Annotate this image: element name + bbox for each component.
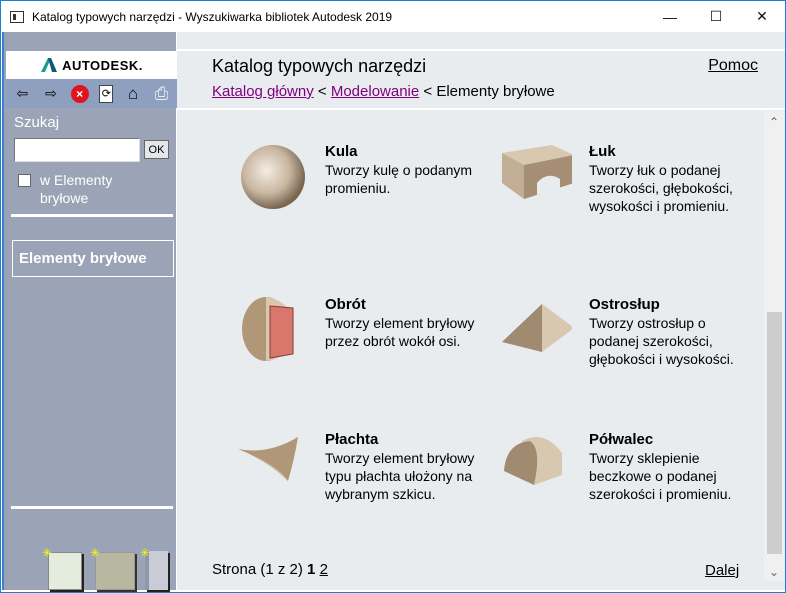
back-arrow-icon[interactable]: ⇦ (13, 85, 31, 103)
scope-label: w Elementy bryłowe (40, 172, 113, 206)
logo-text: AUTODESK. (62, 57, 143, 73)
breadcrumb: Katalog główny < Modelowanie < Elementy … (212, 83, 555, 100)
help-link[interactable]: Pomoc (708, 57, 758, 75)
page-info: Strona (1 z 2) (212, 561, 303, 578)
tool-name: Łuk (589, 143, 616, 160)
divider (177, 49, 785, 51)
breadcrumb-current: Elementy bryłowe (436, 83, 555, 100)
tool-name: Ostrosłup (589, 296, 660, 313)
window: Katalog typowych narzędzi - Wyszukiwarka… (0, 0, 786, 593)
breadcrumb-modelowanie-link[interactable]: Modelowanie (331, 83, 419, 100)
tool-name: Kula (325, 143, 358, 160)
main-content: Katalog typowych narzędzi Pomoc Katalog … (177, 32, 785, 590)
nav-toolbar: ⇦ ⇨ × ⟳ ⌂ ⎙ (6, 79, 178, 108)
tool-description: Tworzy łuk o podanej szerokości, głęboko… (589, 162, 733, 214)
next-page-link[interactable]: Dalej (705, 562, 739, 579)
home-icon[interactable]: ⌂ (124, 84, 142, 103)
tool-name: Półwalec (589, 431, 654, 448)
scope-checkbox[interactable] (18, 174, 31, 187)
autodesk-logo: AUTODESK. (6, 51, 178, 79)
page-2-link[interactable]: 2 (320, 561, 328, 578)
forward-arrow-icon[interactable]: ⇨ (42, 85, 60, 103)
tool-name: Płachta (325, 431, 379, 448)
sparkle-icon: ✳ (140, 546, 151, 560)
new-palette-tile[interactable] (48, 552, 82, 590)
search-ok-button[interactable]: OK (144, 140, 169, 159)
close-button[interactable]: ✕ (739, 1, 785, 32)
page-title: Katalog typowych narzędzi (212, 56, 427, 76)
vertical-scrollbar[interactable]: ⌃ ⌄ (764, 111, 784, 581)
tool-description: Tworzy element bryłowy przez obrót wokół… (325, 315, 475, 349)
current-category[interactable]: Elementy bryłowe (12, 240, 174, 277)
breadcrumb-separator: < (423, 83, 433, 100)
palette-tile[interactable] (95, 552, 135, 590)
tool-description: Tworzy kulę o podanym promieniu. (325, 162, 473, 196)
stop-icon[interactable]: × (70, 84, 89, 103)
scroll-up-icon[interactable]: ⌃ (764, 113, 784, 131)
breadcrumb-separator: < (317, 83, 327, 100)
maximize-button[interactable]: ☐ (693, 1, 739, 32)
current-page: 1 (307, 561, 316, 578)
search-input[interactable] (14, 138, 140, 162)
search-label: Szukaj (14, 114, 60, 131)
tool-description: Tworzy sklepienie beczkowe o podanej sze… (589, 450, 732, 502)
divider (177, 108, 785, 110)
sidebar: AUTODESK. ⇦ ⇨ × ⟳ ⌂ ⎙ Szukaj OK w Elemen… (2, 32, 178, 590)
sparkle-icon: ✳ (42, 546, 53, 560)
title-bar: Katalog typowych narzędzi - Wyszukiwarka… (1, 1, 785, 32)
tool-name: Obrót (325, 296, 366, 313)
scroll-down-icon[interactable]: ⌄ (764, 563, 784, 581)
window-title: Katalog typowych narzędzi - Wyszukiwarka… (32, 9, 393, 24)
pyramid-icon (502, 304, 572, 352)
arch-icon (502, 145, 572, 199)
divider (11, 214, 173, 217)
sphere-icon (241, 145, 305, 209)
half-cylinder-icon (504, 437, 562, 485)
scrollbar-thumb[interactable] (767, 312, 782, 554)
pagination: Strona (1 z 2) 1 2 (212, 561, 328, 578)
sheet-icon (238, 437, 298, 481)
tool-description: Tworzy ostrosłup o podanej szerokości, g… (589, 315, 734, 367)
refresh-icon[interactable]: ⟳ (99, 84, 114, 103)
print-icon[interactable]: ⎙ (153, 84, 171, 103)
sparkle-icon: ✳ (90, 546, 101, 560)
breadcrumb-root-link[interactable]: Katalog główny (212, 83, 314, 100)
autodesk-logo-icon (41, 58, 58, 72)
minimize-button[interactable]: — (647, 1, 693, 32)
revolve-icon (242, 297, 294, 361)
divider (11, 506, 173, 509)
tool-palette-tiles: ✳ ✳ ✳ (4, 520, 178, 590)
app-icon (10, 10, 24, 23)
tool-description: Tworzy element bryłowy typu płachta ułoż… (325, 450, 475, 502)
